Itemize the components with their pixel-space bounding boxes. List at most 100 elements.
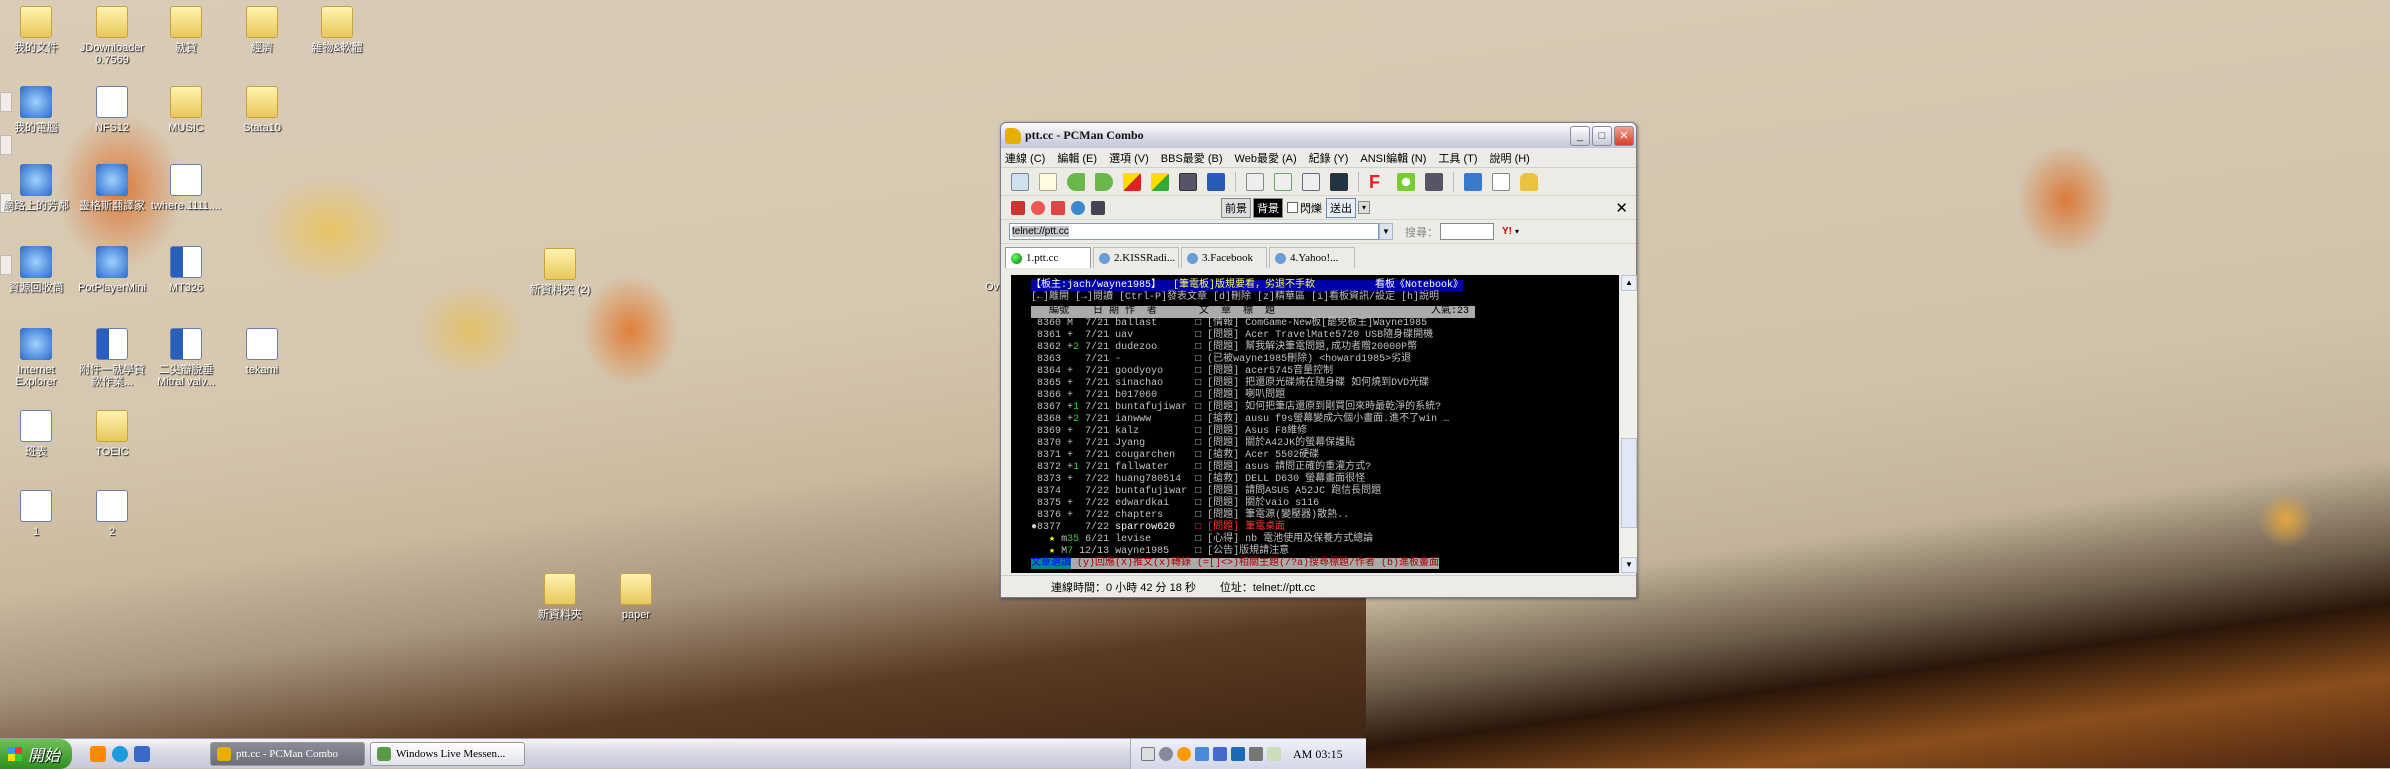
window-icon[interactable] bbox=[1464, 172, 1482, 191]
menu-options[interactable]: 選項 (V) bbox=[1109, 150, 1149, 166]
background-color-button[interactable]: 背景 bbox=[1253, 197, 1283, 218]
menu-tools[interactable]: 工具 (T) bbox=[1438, 150, 1477, 166]
settings-gear-icon[interactable] bbox=[1397, 172, 1415, 191]
desktop-icon[interactable]: 資源回收筒 bbox=[0, 246, 74, 294]
messenger-status-icon[interactable] bbox=[1195, 747, 1209, 761]
paste-icon[interactable] bbox=[1302, 172, 1320, 191]
add-favorite-icon[interactable] bbox=[1207, 172, 1225, 191]
desktop-icon[interactable]: MT326 bbox=[148, 246, 224, 294]
article-row[interactable]: 8366 + 7/21 b017060 □ [問題] 喇叭問題 bbox=[1031, 390, 1619, 402]
article-row[interactable]: ★ m35 6/21 levise □ [心得] nb 電池使用及保養方式總論 bbox=[1031, 534, 1619, 546]
desktop-icon[interactable]: tekami bbox=[224, 328, 300, 376]
search-engine-dropdown[interactable]: ▾ bbox=[1515, 227, 1519, 236]
article-row[interactable]: 8361 + 7/21 uav □ [問題] Acer TravelMate572… bbox=[1031, 330, 1619, 342]
desktop-icon[interactable]: 我的電腦 bbox=[0, 86, 74, 134]
bbs-terminal[interactable]: 【板主:jach/wayne1985】 [筆電板]版規要看，劣退不手軟 看板《N… bbox=[1011, 275, 1619, 573]
skype-icon[interactable] bbox=[112, 745, 128, 762]
desktop-icon[interactable]: 網路上的芳鄰 bbox=[0, 164, 74, 212]
menu-edit[interactable]: 編輯 (E) bbox=[1057, 150, 1097, 166]
desktop-icon[interactable]: 靈格斯翻譯家 bbox=[74, 164, 150, 212]
article-row[interactable]: 8368 +2 7/21 ianwww □ [搶救] ausu f9s螢幕變成六個… bbox=[1031, 414, 1619, 426]
desktop-icon[interactable]: twhere.1111.... bbox=[148, 164, 224, 212]
desktop-icon[interactable]: PotPlayerMini bbox=[74, 246, 150, 294]
search-text-icon[interactable] bbox=[1330, 172, 1348, 191]
block-icon[interactable] bbox=[1031, 200, 1045, 215]
lock-icon[interactable] bbox=[1520, 172, 1538, 191]
desktop-icon[interactable]: 我的文件 bbox=[0, 6, 74, 54]
desktop-icon[interactable]: 就貸 bbox=[148, 6, 224, 54]
article-row[interactable]: 8370 + 7/21 Jyang □ [問題] 關於A42JK的螢幕保護貼 bbox=[1031, 438, 1619, 450]
quicklaunch-app-icon[interactable] bbox=[90, 745, 106, 762]
blink-checkbox[interactable] bbox=[1287, 202, 1298, 213]
tray-l-icon[interactable] bbox=[1231, 747, 1245, 761]
article-row[interactable]: 8363 7/21 - □ (已被wayne1985刪除) <howard1985… bbox=[1031, 354, 1619, 366]
home-icon[interactable] bbox=[1011, 200, 1025, 215]
site-list-icon[interactable] bbox=[1011, 172, 1029, 191]
terminal-icon[interactable] bbox=[1091, 200, 1105, 215]
search-input[interactable] bbox=[1440, 223, 1494, 240]
desktop-icon[interactable]: 班表 bbox=[0, 410, 74, 458]
globe-icon[interactable] bbox=[1071, 200, 1085, 215]
article-row[interactable]: 8374 7/22 buntafujiwar □ [問題] 請問ASUS A52J… bbox=[1031, 486, 1619, 498]
scroll-down-arrow[interactable]: ▼ bbox=[1621, 557, 1637, 573]
article-row[interactable]: ★ M7 12/13 wayne1985 □ [公告]版規請注意 bbox=[1031, 546, 1619, 558]
desktop-icon[interactable]: Internet Explorer bbox=[0, 328, 74, 388]
scroll-up-arrow[interactable]: ▲ bbox=[1621, 275, 1637, 291]
desktop-icon[interactable]: 新資料夾 (2) bbox=[522, 248, 598, 296]
tray-app-icon[interactable] bbox=[1177, 747, 1191, 761]
network-icon[interactable] bbox=[1213, 747, 1227, 761]
quicklaunch-browser-icon[interactable] bbox=[134, 745, 150, 762]
desktop-icon[interactable]: Stata10 bbox=[224, 86, 300, 134]
desktop-icon[interactable]: 附件一就學貸款作業... bbox=[74, 328, 150, 388]
fullscreen-icon[interactable] bbox=[1425, 172, 1443, 191]
desktop-icon[interactable]: 二尖瓣脫垂 Mitral valv... bbox=[148, 328, 224, 388]
desktop-icon[interactable]: MUSIC bbox=[148, 86, 224, 134]
article-row[interactable]: 8375 + 7/22 edwardkai □ [問題] 關於vaio s116 bbox=[1031, 498, 1619, 510]
article-row[interactable]: ●8377 7/22 sparrow620 □ [問題] 筆電桌面 bbox=[1031, 522, 1619, 534]
minimize-button[interactable]: _ bbox=[1570, 125, 1590, 146]
menu-help[interactable]: 說明 (H) bbox=[1490, 150, 1530, 166]
show-hidden-icons-button[interactable] bbox=[1159, 747, 1173, 761]
maximize-button[interactable]: □ bbox=[1592, 125, 1612, 146]
tab-ptt[interactable]: 1.ptt.cc bbox=[1005, 247, 1091, 268]
keyboard-icon[interactable] bbox=[1141, 747, 1155, 761]
back-icon[interactable] bbox=[1067, 172, 1085, 191]
send-button[interactable]: 送出 bbox=[1326, 197, 1356, 218]
forward-icon[interactable] bbox=[1095, 172, 1113, 191]
menu-bbs-favorites[interactable]: BBS最愛 (B) bbox=[1161, 150, 1223, 166]
article-row[interactable]: 8376 + 7/22 chapters □ [問題] 筆電源(變壓器)散熱.. bbox=[1031, 510, 1619, 522]
menu-web-favorites[interactable]: Web最愛 (A) bbox=[1235, 150, 1297, 166]
desktop-icon[interactable]: NFS12 bbox=[74, 86, 150, 134]
close-button[interactable]: ✕ bbox=[1614, 125, 1634, 146]
menu-log[interactable]: 紀錄 (Y) bbox=[1309, 150, 1349, 166]
desktop-icon[interactable]: 2 bbox=[74, 490, 150, 538]
article-row[interactable]: 8362 +2 7/21 dudezoo □ [問題] 幫我解決筆電問題,成功者贈… bbox=[1031, 342, 1619, 354]
task-messenger[interactable]: Windows Live Messen... bbox=[370, 741, 525, 766]
title-bar[interactable]: ptt.cc - PCMan Combo _ □ ✕ bbox=[1001, 123, 1636, 148]
menu-connection[interactable]: 連線 (C) bbox=[1005, 150, 1045, 166]
desktop-icon[interactable]: TOEIC bbox=[74, 410, 150, 458]
reconnect-icon[interactable] bbox=[1151, 172, 1169, 191]
close-toolbar-icon[interactable]: ✕ bbox=[1615, 199, 1628, 217]
symbol-table-icon[interactable] bbox=[1492, 172, 1510, 191]
article-row[interactable]: 8372 +1 7/21 fallwater □ [問題] asus 請問正確的重… bbox=[1031, 462, 1619, 474]
tab-yahoo[interactable]: 4.Yahoo!... bbox=[1269, 247, 1355, 268]
desktop-icon[interactable]: JDownloader 0.7569 bbox=[74, 6, 150, 66]
menu-ansi-edit[interactable]: ANSI編輯 (N) bbox=[1360, 150, 1426, 166]
copy-ansi-icon[interactable] bbox=[1274, 172, 1292, 191]
address-input[interactable]: telnet://ptt.cc bbox=[1009, 223, 1379, 240]
desktop-icon[interactable]: 經濟 bbox=[224, 6, 300, 54]
article-row[interactable]: 8365 + 7/21 sinachao □ [問題] 把還原光碟燒在隨身碟 如何… bbox=[1031, 378, 1619, 390]
article-row[interactable]: 8369 + 7/21 kalz □ [問題] Asus F8維修 bbox=[1031, 426, 1619, 438]
article-row[interactable]: 8360 M 7/21 ballast □ [情報] ComGame-New板[罷… bbox=[1031, 318, 1619, 330]
article-row[interactable]: 8373 + 7/22 huang780514 □ [搶救] DELL D630 … bbox=[1031, 474, 1619, 486]
address-dropdown[interactable]: ▼ bbox=[1379, 223, 1393, 240]
safely-remove-icon[interactable] bbox=[1267, 747, 1281, 761]
font-icon[interactable]: F bbox=[1369, 173, 1387, 191]
article-row[interactable]: 8371 + 7/21 cougarchen □ [搶救] Acer 5502硬碟 bbox=[1031, 450, 1619, 462]
terminal-scrollbar[interactable]: ▲ ▼ bbox=[1621, 275, 1637, 573]
tab-kissradio[interactable]: 2.KISSRadi... bbox=[1093, 247, 1179, 268]
scrollbar-thumb[interactable] bbox=[1621, 438, 1637, 528]
send-dropdown[interactable]: ▾ bbox=[1358, 201, 1371, 214]
copy-icon[interactable] bbox=[1246, 172, 1264, 191]
